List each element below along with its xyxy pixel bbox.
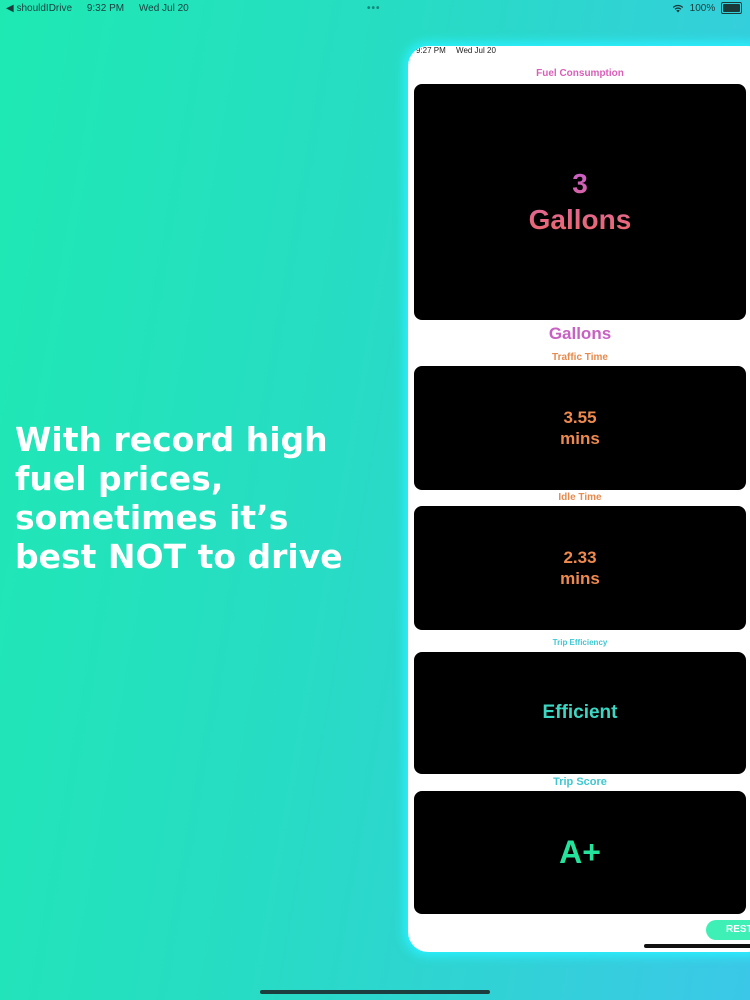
fuel-consumption-card: 3 Gallons xyxy=(414,84,746,320)
trip-efficiency-card: Efficient xyxy=(414,652,746,774)
back-to-app-link[interactable]: ◀ shouldIDrive xyxy=(6,3,72,14)
trip-efficiency-label: Trip Efficiency xyxy=(552,638,608,647)
traffic-unit: mins xyxy=(560,429,600,448)
device-status-date: Wed Jul 20 xyxy=(456,46,496,55)
traffic-time-card: 3.55 mins xyxy=(414,366,746,490)
reset-button[interactable]: REST xyxy=(706,920,750,940)
idle-value: 2.33 xyxy=(563,548,597,567)
fuel-unit: Gallons xyxy=(528,204,632,235)
device-status-time: 9:27 PM xyxy=(416,46,446,55)
trip-score-card: A+ xyxy=(414,791,746,914)
fuel-value: 3 xyxy=(572,168,588,199)
status-date: Wed Jul 20 xyxy=(138,3,189,14)
idle-time-label: Idle Time xyxy=(558,492,602,503)
fuel-unit-subtitle: Gallons xyxy=(548,324,612,343)
score-value: A+ xyxy=(559,834,601,870)
status-bar: ◀ shouldIDrive 9:32 PM Wed Jul 20 ••• 10… xyxy=(0,0,750,20)
idle-unit: mins xyxy=(560,569,600,588)
status-time: 9:32 PM xyxy=(86,3,125,14)
wifi-icon xyxy=(672,4,684,13)
promo-headline: With record high fuel prices, sometimes … xyxy=(15,420,343,576)
fuel-consumption-label: Fuel Consumption xyxy=(536,68,624,79)
home-indicator[interactable] xyxy=(260,990,490,994)
device-home-indicator xyxy=(644,944,750,948)
battery-icon xyxy=(721,2,742,15)
device-status-bar: 9:27 PM Wed Jul 20 xyxy=(416,46,504,55)
status-right: 100% xyxy=(672,0,742,18)
multitasking-dots-icon[interactable]: ••• xyxy=(367,0,381,18)
battery-percent: 100% xyxy=(689,3,716,14)
efficiency-value: Efficient xyxy=(542,702,618,723)
traffic-value: 3.55 xyxy=(563,408,597,427)
status-left: ◀ shouldIDrive 9:32 PM Wed Jul 20 xyxy=(6,0,201,18)
idle-time-card: 2.33 mins xyxy=(414,506,746,630)
traffic-time-label: Traffic Time xyxy=(552,352,608,363)
device-screenshot: 9:27 PM Wed Jul 20 •• Fuel Consumption 3… xyxy=(408,46,750,952)
trip-score-label: Trip Score xyxy=(553,776,607,788)
